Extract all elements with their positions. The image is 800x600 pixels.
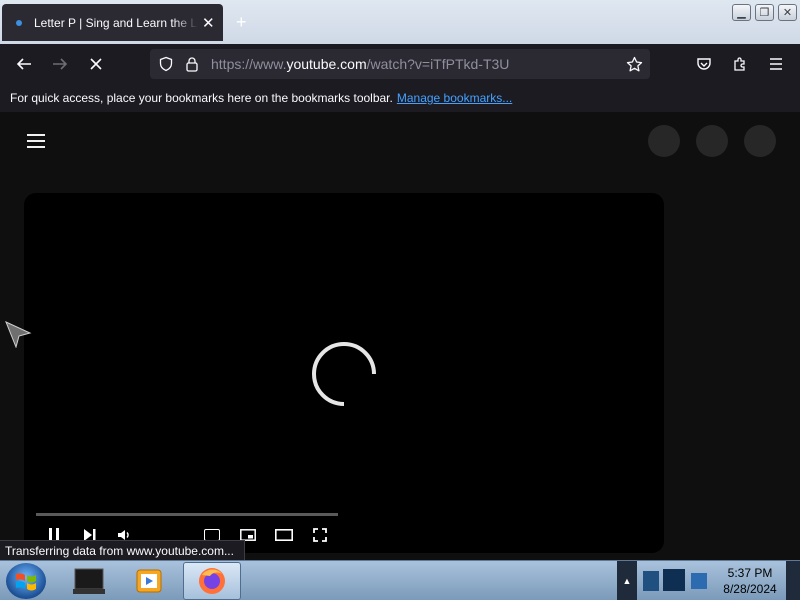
puzzle-piece-icon	[734, 57, 745, 71]
restore-icon: ❐	[759, 7, 770, 19]
show-desktop-button[interactable]	[786, 561, 800, 600]
hamburger-menu-icon	[770, 58, 782, 70]
firefox-icon	[199, 568, 225, 594]
url-domain: youtube.com	[286, 56, 367, 72]
shield-icon[interactable]	[158, 56, 174, 72]
tray-icons[interactable]	[641, 567, 711, 595]
loading-spinner-icon	[312, 342, 376, 406]
url-prefix: https://www.	[211, 56, 287, 72]
url-text: https://www.youtube.com/watch?v=iTfPTkd-…	[211, 56, 509, 72]
start-button[interactable]	[6, 563, 46, 599]
back-button[interactable]	[12, 52, 36, 76]
navigation-toolbar: https://www.youtube.com/watch?v=iTfPTkd-…	[0, 44, 800, 84]
stop-x-icon	[90, 58, 102, 70]
windows-taskbar: ▲ 5:37 PM 8/28/2024	[0, 560, 800, 600]
taskbar-app-terminal[interactable]	[60, 562, 118, 600]
manage-bookmarks-link[interactable]: Manage bookmarks...	[397, 91, 512, 105]
placeholder-circle-1	[648, 125, 680, 157]
taskbar-app-media-player[interactable]	[120, 562, 178, 600]
new-tab-button[interactable]: +	[236, 12, 247, 33]
terminal-app-icon	[73, 568, 105, 594]
forward-button[interactable]	[48, 52, 72, 76]
browser-tab[interactable]: Letter P | Sing and Learn the Letters ✕	[2, 4, 223, 41]
pocket-button[interactable]	[692, 52, 716, 76]
placeholder-avatar	[744, 125, 776, 157]
progress-bar[interactable]	[36, 513, 338, 516]
loading-favicon-icon	[16, 19, 22, 26]
clock-date: 8/28/2024	[723, 582, 777, 596]
bookmarks-message: For quick access, place your bookmarks h…	[10, 91, 393, 105]
app-menu-button[interactable]	[764, 52, 788, 76]
clock-time: 5:37 PM	[727, 566, 773, 580]
forward-arrow-icon	[53, 58, 68, 70]
lock-icon[interactable]	[185, 56, 199, 72]
url-path: /watch?v=iTfPTkd-T3U	[366, 56, 510, 72]
close-window-button[interactable]: ✕	[778, 4, 797, 21]
youtube-page	[0, 112, 800, 560]
tab-strip: Letter P | Sing and Learn the Letters ✕ …	[0, 0, 800, 44]
fullscreen-button[interactable]	[312, 527, 328, 543]
video-player[interactable]	[24, 193, 664, 553]
back-arrow-icon	[16, 58, 31, 70]
taskbar-clock[interactable]: 5:37 PM 8/28/2024	[712, 565, 788, 597]
taskbar-app-firefox[interactable]	[183, 562, 241, 600]
youtube-guide-menu-icon[interactable]	[27, 134, 45, 152]
tab-close-icon[interactable]: ✕	[202, 14, 215, 32]
extensions-button[interactable]	[728, 52, 752, 76]
bookmark-star-icon[interactable]	[626, 56, 643, 73]
windows-logo-icon	[16, 573, 36, 591]
restore-button[interactable]: ❐	[755, 4, 774, 21]
mouse-cursor-icon	[5, 321, 32, 348]
address-bar[interactable]: https://www.youtube.com/watch?v=iTfPTkd-…	[150, 49, 650, 79]
tab-title: Letter P | Sing and Learn the Letters	[34, 15, 198, 30]
desktop-screen: Letter P | Sing and Learn the Letters ✕ …	[0, 0, 800, 600]
pocket-icon	[697, 58, 711, 70]
minimize-button[interactable]: ▁	[732, 4, 751, 21]
fullscreen-icon	[313, 528, 327, 542]
minimize-icon: ▁	[737, 7, 746, 19]
show-hidden-icons-button[interactable]: ▲	[617, 561, 637, 600]
media-player-icon	[136, 569, 162, 593]
tray-expand-icon: ▲	[622, 576, 632, 586]
close-window-icon: ✕	[782, 7, 793, 19]
status-bar-text: Transferring data from www.youtube.com..…	[0, 540, 245, 562]
stop-loading-button[interactable]	[84, 52, 108, 76]
theater-mode-icon	[275, 529, 293, 541]
bookmarks-toolbar: For quick access, place your bookmarks h…	[0, 84, 800, 112]
placeholder-circle-2	[696, 125, 728, 157]
theater-mode-button[interactable]	[274, 527, 294, 543]
